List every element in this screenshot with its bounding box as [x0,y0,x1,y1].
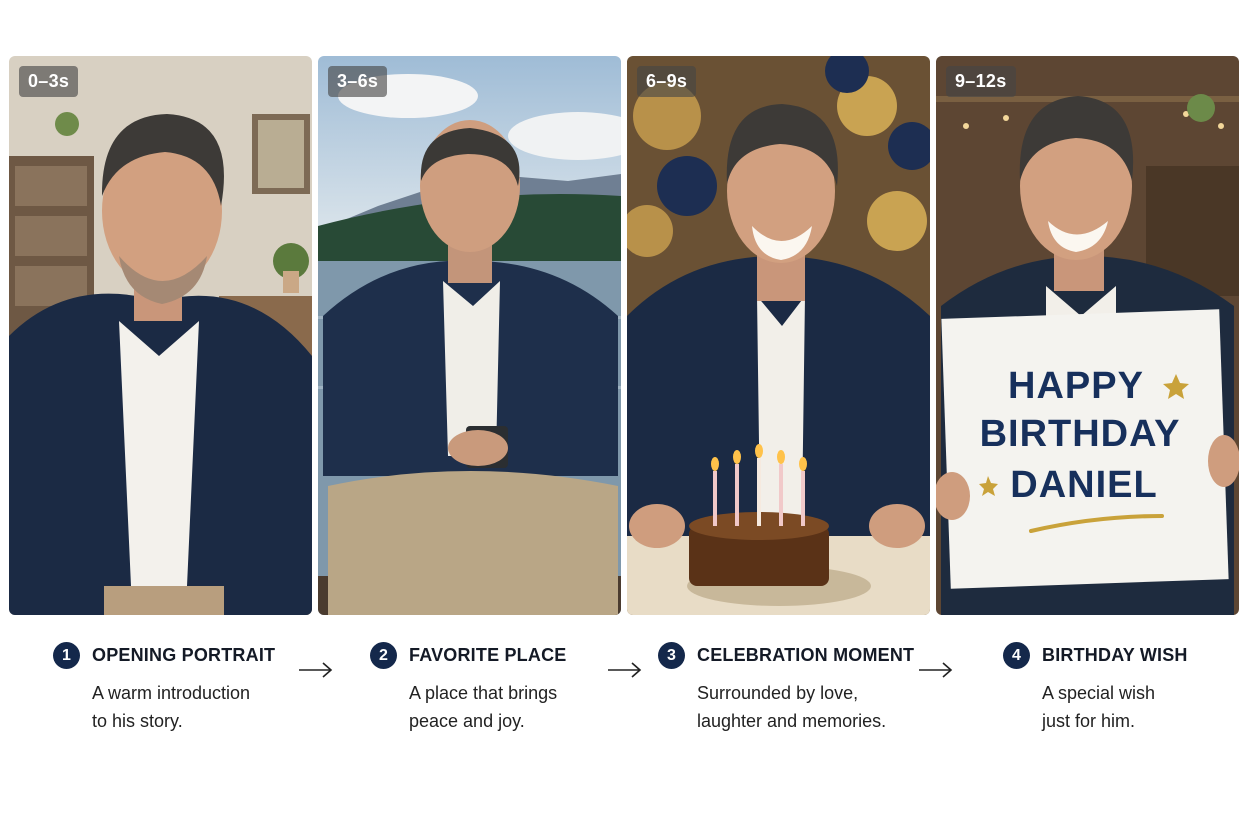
step-number-badge: 2 [370,642,397,669]
right-arrow-icon [299,662,333,678]
step-number-badge: 4 [1003,642,1030,669]
step-description: A place that brings peace and joy. [409,683,558,731]
time-badge: 6–9s [637,66,697,97]
scene-panel-1: 0–3s [9,56,312,615]
step-title: CELEBRATION MOMENT [697,645,915,665]
step-number-badge: 1 [53,642,80,669]
scene-panel-3: 6–9s [627,56,930,615]
celebration-photo [627,56,930,615]
sign-line-1: HAPPY [1008,365,1144,407]
step-description: Surrounded by love, laughter and memorie… [697,683,887,731]
step-description: A warm introduction to his story. [92,683,251,731]
sign-line-3: DANIEL [1010,464,1157,506]
step-number-badge: 3 [658,642,685,669]
right-arrow-icon [608,662,642,678]
time-badge: 9–12s [946,66,1016,97]
time-badge: 0–3s [19,66,79,97]
lake-photo [318,56,621,615]
scene-panel-2: 3–6s [318,56,621,615]
scene-panel-4: HAPPY BIRTHDAY DANIEL 9–12s [936,56,1239,615]
sign-line-2: BIRTHDAY [980,413,1181,455]
step-title: BIRTHDAY WISH [1042,645,1188,665]
step-title: FAVORITE PLACE [409,645,567,665]
birthday-sign-photo: HAPPY BIRTHDAY DANIEL [936,56,1239,615]
right-arrow-icon [919,662,953,678]
portrait-photo [9,56,312,615]
step-title: OPENING PORTRAIT [92,645,276,665]
step-description: A special wish just for him. [1042,683,1156,731]
time-badge: 3–6s [328,66,388,97]
